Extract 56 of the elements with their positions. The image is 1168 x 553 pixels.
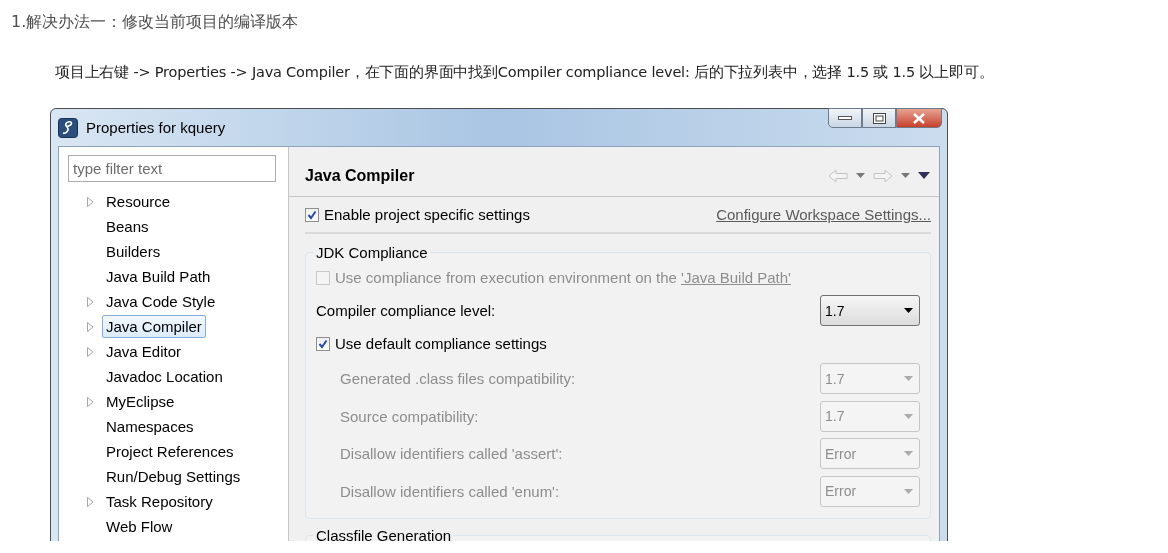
maximize-icon	[872, 112, 886, 124]
app-logo-icon	[58, 117, 78, 138]
page-title: Java Compiler	[305, 166, 416, 185]
section-heading: 1.解决办法一：修改当前项目的编译版本	[11, 11, 300, 33]
expand-arrow-icon[interactable]	[87, 496, 94, 507]
tree-item[interactable]: Builders	[102, 240, 165, 263]
tree-item[interactable]: Java Compiler	[102, 315, 206, 338]
field-label: Disallow identifiers called 'enum':	[340, 482, 561, 500]
tree-item[interactable]: Project References	[102, 440, 238, 463]
tree-item[interactable]: Beans	[102, 215, 153, 238]
group-title: JDK Compliance	[315, 244, 429, 261]
window-title: Properties for kquery	[86, 119, 227, 136]
checkbox-label: Use compliance from execution environment on the	[335, 269, 677, 286]
expand-arrow-icon[interactable]	[87, 346, 94, 357]
field-label: Source compatibility:	[340, 407, 480, 425]
close-button[interactable]	[896, 108, 942, 128]
workspace-settings-link[interactable]: Configure Workspace Settings...	[716, 206, 931, 223]
checkbox[interactable]	[316, 336, 330, 351]
tree-item[interactable]: Run/Debug Settings	[102, 465, 245, 488]
group-title: Classfile Generation	[315, 527, 453, 541]
field-label: Generated .class files compatibility:	[340, 370, 577, 388]
caret-icon	[904, 376, 913, 382]
field-label: Compiler compliance level:	[316, 302, 497, 319]
tree-item[interactable]: Task Repository	[102, 490, 217, 513]
back-arrow-icon[interactable]	[828, 168, 848, 183]
tree-item[interactable]: Namespaces	[102, 415, 198, 438]
close-icon	[913, 112, 925, 124]
tree-item[interactable]: Resource	[102, 190, 175, 213]
caret-icon	[904, 308, 913, 313]
caret-icon	[904, 488, 913, 494]
expand-arrow-icon[interactable]	[87, 196, 94, 207]
tree-item[interactable]: Java Code Style	[102, 290, 220, 313]
filter-field[interactable]: type filter text	[68, 155, 276, 182]
checkbox-label: Use default compliance settings	[335, 335, 547, 352]
maximize-button[interactable]	[862, 108, 896, 128]
expand-arrow-icon[interactable]	[87, 296, 94, 307]
expand-arrow-icon[interactable]	[87, 321, 94, 332]
checkbox[interactable]	[305, 207, 319, 222]
expand-arrow-icon[interactable]	[87, 396, 94, 407]
tree-item[interactable]: Web Flow	[102, 515, 177, 538]
field-label: Disallow identifiers called 'assert':	[340, 445, 564, 463]
tree-item[interactable]: MyEclipse	[102, 390, 179, 413]
tree-item[interactable]: Javadoc Location	[102, 365, 227, 388]
dropdown[interactable]: 1.7	[820, 295, 920, 326]
tree-item[interactable]: Java Build Path	[102, 265, 215, 288]
caret-icon	[904, 451, 913, 457]
view-menu-icon[interactable]	[918, 172, 930, 179]
caret-icon[interactable]	[901, 173, 910, 178]
checkbox-label: Enable project specific settings	[324, 206, 531, 223]
caret-icon[interactable]	[856, 173, 865, 178]
caret-icon	[904, 413, 913, 419]
tree-item[interactable]: Java Editor	[102, 340, 186, 363]
forward-arrow-icon[interactable]	[873, 168, 893, 183]
minimize-button[interactable]	[828, 108, 862, 128]
minimize-icon	[838, 116, 852, 120]
instruction-paragraph: 项目上右键 -> Properties -> Java Compiler，在下面的界面中找到Compiler compliance level: 后的下拉列表中，选择 1.5 或 1.5 以上即可。	[55, 63, 995, 82]
